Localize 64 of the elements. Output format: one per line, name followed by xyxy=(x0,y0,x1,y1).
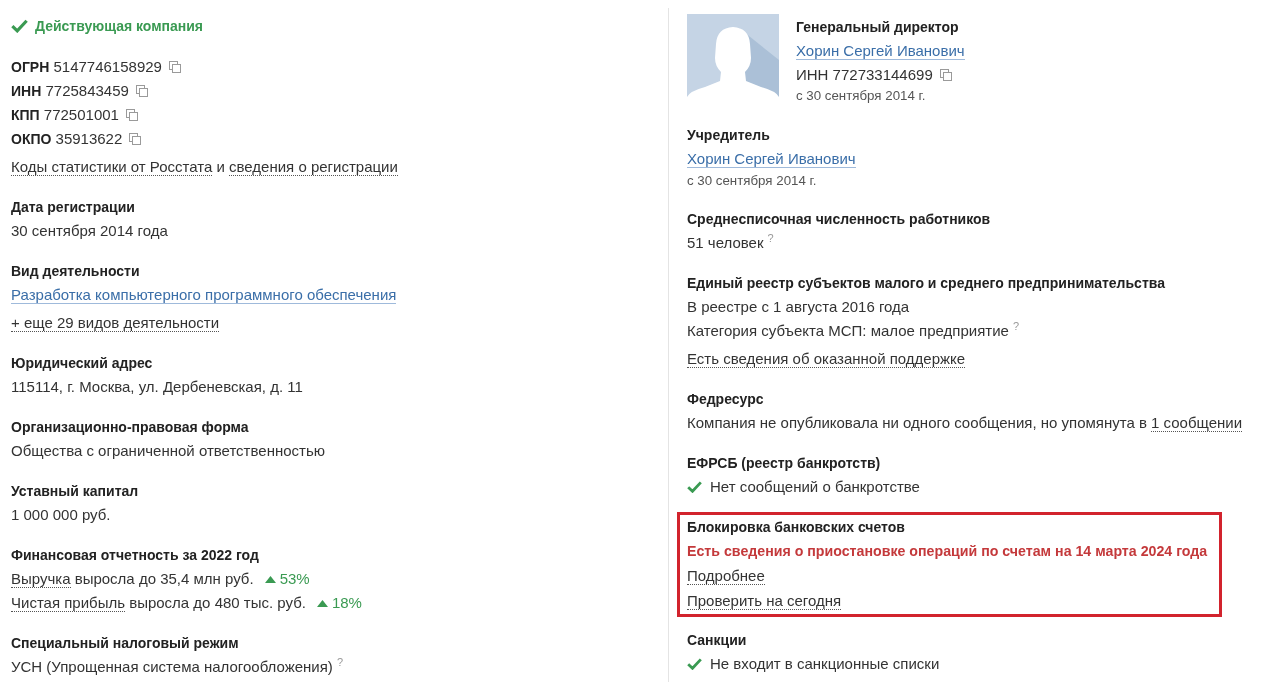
copy-icon[interactable] xyxy=(168,61,181,73)
date-note: с 30 сентября 2014 г. xyxy=(796,88,926,103)
identifier-value: ИНН 772733144699 xyxy=(796,66,933,83)
check-icon xyxy=(11,19,28,33)
value-text: Общества с ограниченной ответственностью xyxy=(11,442,325,459)
section-heading: Дата регистрации xyxy=(11,198,136,217)
copy-icon[interactable] xyxy=(129,133,142,145)
date-note: с 30 сентября 2014 г. xyxy=(687,173,817,188)
section-heading: Юридический адрес xyxy=(11,354,154,373)
value-text: 51 человек xyxy=(687,234,764,251)
section-heading: Федресурс xyxy=(687,390,765,409)
check-icon xyxy=(687,481,702,493)
copy-icon[interactable] xyxy=(125,109,138,121)
metric-text: Чистая прибыль выросла до 480 тыс. руб. xyxy=(11,594,306,612)
section-heading: ЕФРСБ (реестр банкротств) xyxy=(687,454,882,473)
dotted-link[interactable]: Проверить на сегодня xyxy=(687,592,842,610)
text-link[interactable]: Разработка компьютерного программного обеспечения xyxy=(11,286,397,304)
identifier-value: 772501001 xyxy=(43,106,119,123)
section-heading: Санкции xyxy=(687,631,748,650)
change-percent: 53% xyxy=(279,570,310,587)
value-text: УСН (Упрощенная система налогообложения) xyxy=(11,658,333,675)
role-heading: Генеральный директор xyxy=(796,18,960,37)
section-heading: Специальный налоговый режим xyxy=(11,634,240,653)
inline-link[interactable]: Выручка xyxy=(11,570,71,588)
company-status: Действующая компания xyxy=(35,17,204,36)
identifier-value: 5147746158929 xyxy=(53,58,162,75)
text-link[interactable]: Хорин Сергей Иванович xyxy=(687,150,856,168)
section-heading: Среднесписочная численность работников xyxy=(687,210,992,229)
text-link[interactable]: Хорин Сергей Иванович xyxy=(796,42,965,60)
section-heading: Уставный капитал xyxy=(11,482,140,501)
inline-link[interactable]: 1 сообщении xyxy=(1151,414,1243,432)
copy-icon[interactable] xyxy=(135,85,148,97)
section-heading: Блокировка банковских счетов xyxy=(687,518,906,537)
dotted-link[interactable]: + еще 29 видов деятельности xyxy=(11,314,220,332)
identifier-label: ОКПО xyxy=(11,131,52,147)
check-icon xyxy=(687,658,702,670)
identifier-value: 35913622 xyxy=(55,130,123,147)
value-text: В реестре с 1 августа 2016 года xyxy=(687,298,910,315)
value-text: 115114, г. Москва, ул. Дербеневская, д. 11 xyxy=(11,378,303,395)
copy-icon[interactable] xyxy=(939,69,952,81)
inline-link[interactable]: Чистая прибыль xyxy=(11,594,125,612)
value-text: 1 000 000 руб. xyxy=(11,506,111,523)
identifier-label: КПП xyxy=(11,107,40,123)
value-text: 30 сентября 2014 года xyxy=(11,222,168,239)
status-text: Не входит в санкционные списки xyxy=(710,655,940,672)
section-heading: Финансовая отчетность за 2022 год xyxy=(11,546,260,565)
metric-text: Выручка выросла до 35,4 млн руб. xyxy=(11,570,254,588)
change-percent: 18% xyxy=(331,594,362,611)
status-text: Нет сообщений о банкротстве xyxy=(710,478,920,495)
identifier-value: 7725843459 xyxy=(45,82,129,99)
alert-text: Есть сведения о приостановке операций по счетам на 14 марта 2024 года xyxy=(687,543,1208,559)
inline-link[interactable]: Коды статистики от Росстата xyxy=(11,158,213,176)
section-heading: Единый реестр субъектов малого и среднего предпринимательства xyxy=(687,274,1166,293)
identifier-label: ИНН xyxy=(11,83,42,99)
section-heading: Организационно-правовая форма xyxy=(11,418,250,437)
dotted-link[interactable]: Есть сведения об оказанной поддержке xyxy=(687,350,966,368)
inline-link[interactable]: сведения о регистрации xyxy=(229,158,398,176)
dotted-link[interactable]: Подробнее xyxy=(687,567,765,585)
sentence-text: Компания не опубликовала ни одного сообщения, но упомянута в 1 сообщении xyxy=(687,414,1243,432)
identifier-label: ОГРН xyxy=(11,59,50,75)
section-heading: Вид деятельности xyxy=(11,262,141,281)
registry-links-text: Коды статистики от Росстата и сведения о регистрации xyxy=(11,158,398,176)
section-heading: Учредитель xyxy=(687,126,771,145)
value-text: Категория субъекта МСП: малое предприятие xyxy=(687,322,1009,339)
